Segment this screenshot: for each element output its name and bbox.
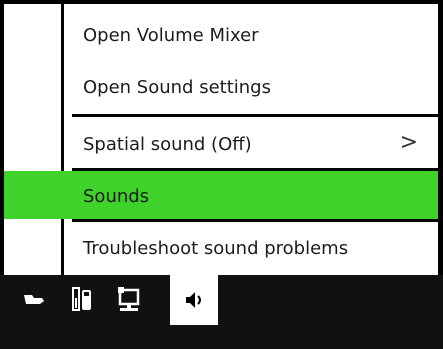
system-tray <box>0 275 170 325</box>
menu-item-spatial-sound[interactable]: Spatial sound (Off) > <box>64 119 438 169</box>
menu-border-top <box>0 0 443 4</box>
volume-icon[interactable] <box>170 275 218 325</box>
menu-item-label: Spatial sound (Off) <box>83 133 252 155</box>
menu-item-label: Troubleshoot sound problems <box>83 237 349 259</box>
chevron-right-icon: > <box>399 130 418 155</box>
menu-item-label: Open Volume Mixer <box>83 24 259 46</box>
menu-item-label: Sounds <box>83 185 150 207</box>
menu-item-sounds[interactable]: Sounds <box>64 171 438 221</box>
show-hidden-icons-icon[interactable] <box>20 286 48 314</box>
battery-icon[interactable] <box>68 286 96 314</box>
menu-item-troubleshoot-sound[interactable]: Troubleshoot sound problems <box>64 223 438 273</box>
menu-separator <box>72 219 438 222</box>
taskbar <box>0 275 443 349</box>
volume-context-menu: Open Volume Mixer Open Sound settings Sp… <box>0 0 443 349</box>
network-icon[interactable] <box>116 286 144 314</box>
menu-border-right <box>438 0 443 275</box>
menu-item-open-volume-mixer[interactable]: Open Volume Mixer <box>64 10 438 60</box>
menu-item-open-sound-settings[interactable]: Open Sound settings <box>64 62 438 112</box>
menu-border-left <box>0 0 4 275</box>
menu-item-label: Open Sound settings <box>83 76 271 98</box>
menu-separator <box>72 114 438 117</box>
